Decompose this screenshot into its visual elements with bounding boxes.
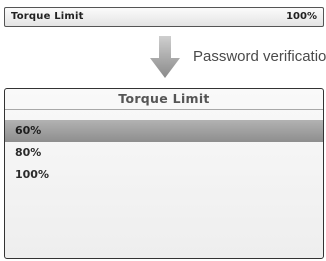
title-divider	[5, 109, 323, 110]
option-list: 60% 80% 100%	[5, 120, 323, 186]
torque-limit-setting-row[interactable]: Torque Limit 100%	[4, 7, 324, 27]
down-arrow-icon	[150, 36, 180, 78]
torque-limit-menu: Torque Limit 60% 80% 100%	[4, 88, 324, 259]
setting-label: Torque Limit	[11, 11, 84, 22]
option-label: 60%	[15, 124, 42, 137]
option-60-percent[interactable]: 60%	[5, 120, 323, 142]
option-80-percent[interactable]: 80%	[5, 142, 323, 164]
option-label: 100%	[15, 168, 49, 181]
option-100-percent[interactable]: 100%	[5, 164, 323, 186]
password-verification-caption: Password verification	[193, 48, 326, 65]
option-label: 80%	[15, 146, 42, 159]
menu-title: Torque Limit	[118, 91, 210, 106]
setting-value: 100%	[286, 11, 317, 22]
